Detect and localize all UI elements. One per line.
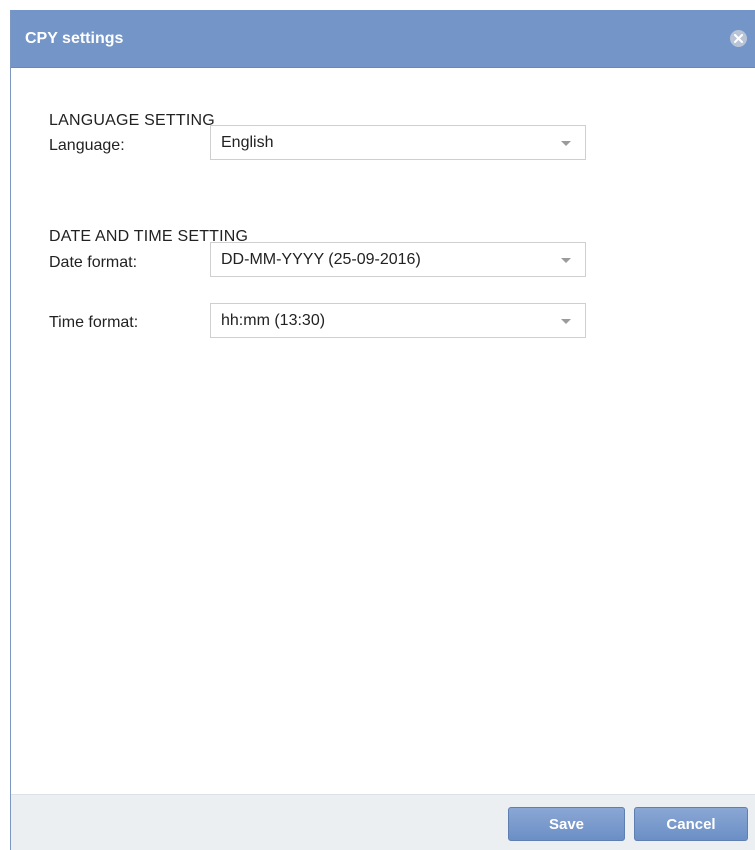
- chevron-down-icon: [561, 258, 571, 263]
- date-format-select-value: DD-MM-YYYY (25-09-2016): [221, 250, 421, 268]
- dialog-footer: Save Cancel: [11, 794, 755, 850]
- close-x-glyph: [734, 34, 743, 43]
- language-section-heading: LANGUAGE SETTING: [49, 112, 215, 129]
- chevron-down-icon: [561, 319, 571, 324]
- language-select-value: English: [221, 133, 274, 151]
- date-format-label: Date format:: [49, 254, 138, 271]
- language-select[interactable]: English: [210, 125, 586, 160]
- close-icon[interactable]: [730, 30, 747, 47]
- save-button[interactable]: Save: [508, 807, 625, 841]
- time-format-label: Time format:: [49, 314, 139, 331]
- date-format-select[interactable]: DD-MM-YYYY (25-09-2016): [210, 242, 586, 277]
- dialog-body: LANGUAGE SETTING Language: English DATE …: [11, 68, 755, 794]
- settings-dialog: CPY settings LANGUAGE SETTING Language: …: [10, 10, 755, 850]
- dialog-titlebar: CPY settings: [11, 10, 755, 68]
- time-format-select-value: hh:mm (13:30): [221, 311, 326, 329]
- language-label: Language:: [49, 137, 125, 154]
- chevron-down-icon: [561, 141, 571, 146]
- cancel-button[interactable]: Cancel: [634, 807, 748, 841]
- dialog-title: CPY settings: [25, 29, 124, 47]
- time-format-select[interactable]: hh:mm (13:30): [210, 303, 586, 338]
